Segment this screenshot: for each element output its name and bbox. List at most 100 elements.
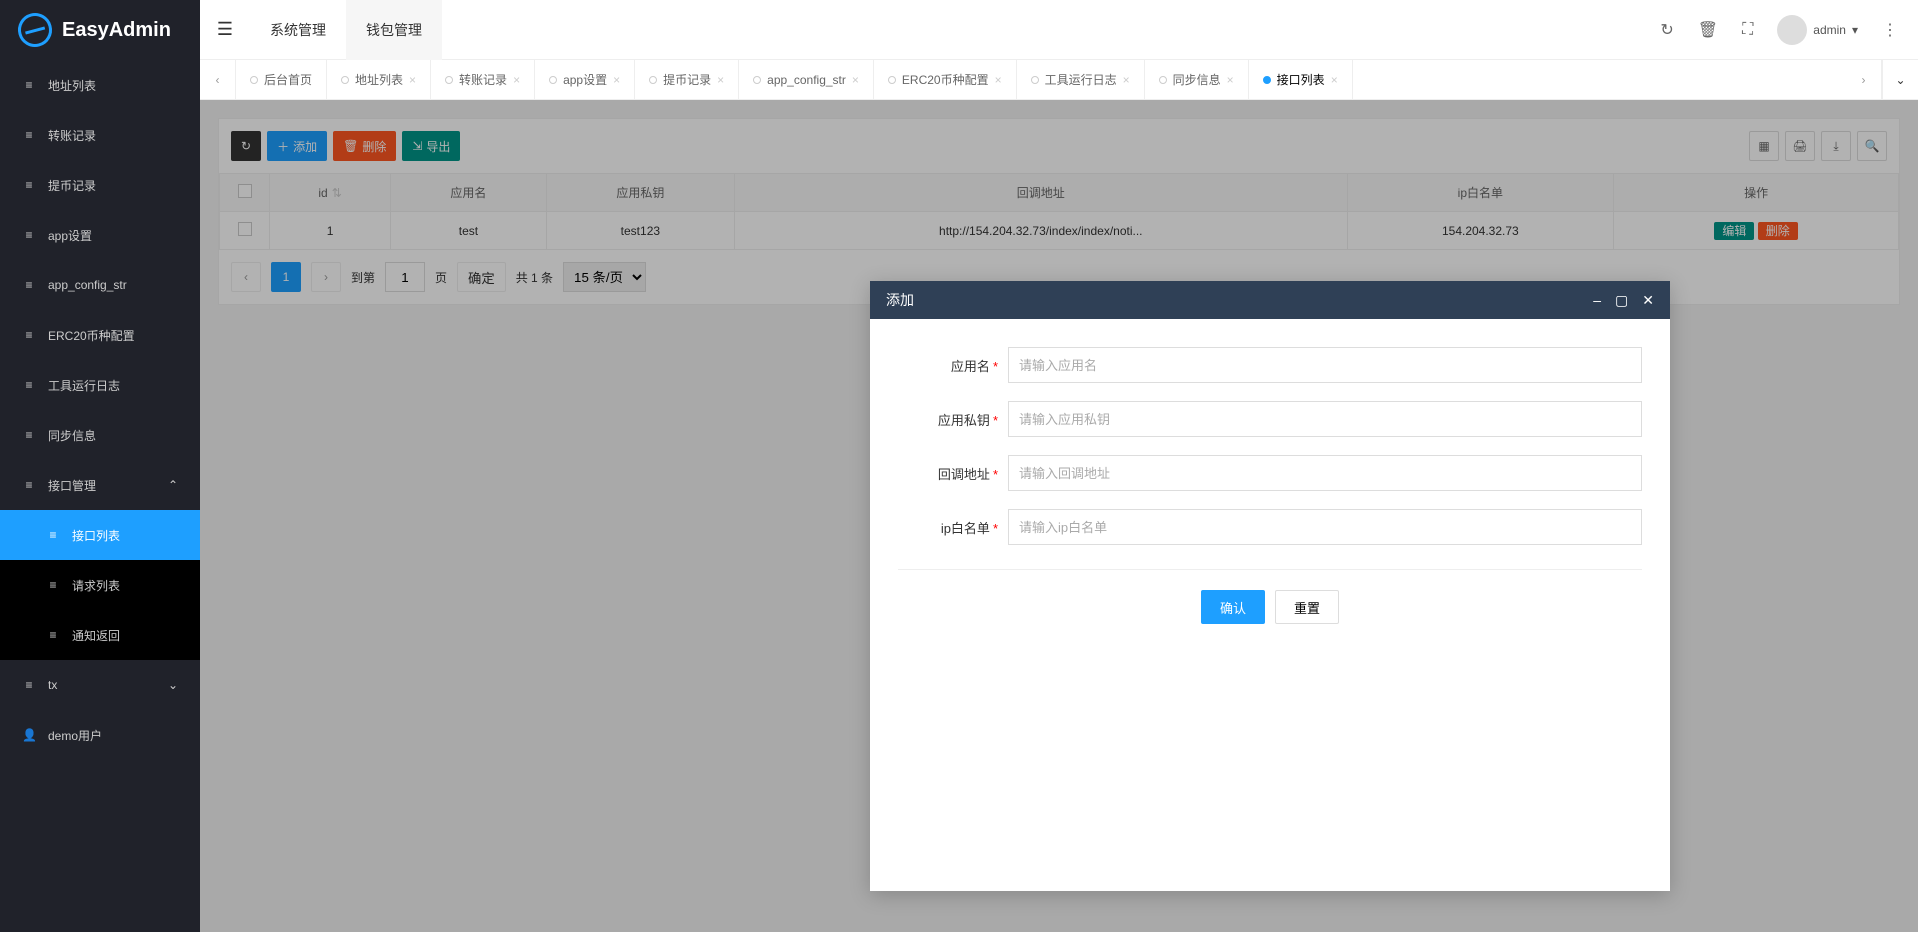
tab-bar: ‹ 后台首页地址列表×转账记录×app设置×提币记录×app_config_st… (200, 60, 1918, 100)
list-icon: ≡ (46, 578, 60, 592)
list-icon: ≡ (46, 628, 60, 642)
list-icon: ≡ (22, 478, 36, 492)
tab[interactable]: app设置 × (535, 60, 635, 100)
sidebar-item[interactable]: ≡接口列表 (0, 510, 200, 560)
more-icon[interactable]: ⋮ (1882, 20, 1898, 40)
user-dropdown[interactable]: admin ▾ (1777, 15, 1858, 45)
tab[interactable]: 后台首页 (236, 60, 327, 100)
sidebar-item[interactable]: ≡ 地址列表 (0, 60, 200, 110)
tab-scroll-left[interactable]: ‹ (200, 60, 236, 100)
close-icon[interactable]: × (852, 73, 859, 87)
modal-divider (898, 569, 1642, 570)
form-input[interactable] (1008, 401, 1642, 437)
close-icon[interactable]: × (1123, 73, 1130, 87)
list-icon: ≡ (22, 78, 36, 92)
top-menu-item[interactable]: 系统管理 (250, 0, 346, 60)
close-icon[interactable]: × (1227, 73, 1234, 87)
tab-label: ERC20币种配置 (902, 71, 989, 88)
sidebar-item-label: 请求列表 (72, 577, 120, 594)
tab-label: app设置 (563, 71, 607, 88)
tab[interactable]: 转账记录× (431, 60, 535, 100)
tab-dot-icon (753, 76, 761, 84)
form-label: 回调地址* (898, 464, 1008, 483)
tab-dot-icon (341, 76, 349, 84)
tab-dot-icon (1263, 76, 1271, 84)
form-row: 应用名* (898, 347, 1642, 383)
modal-title: 添加 (886, 290, 914, 310)
maximize-icon[interactable]: ▢ (1615, 292, 1628, 309)
main: ☰ 系统管理钱包管理 ↻ 🗑 ⛶ admin ▾ ⋮ ‹ 后台首页地址列表×转账… (200, 0, 1918, 932)
tab[interactable]: app_config_str× (739, 60, 874, 100)
tab[interactable]: 同步信息 × (1145, 60, 1249, 100)
minimize-icon[interactable]: – (1593, 292, 1601, 309)
brand-text: EasyAdmin (62, 19, 171, 42)
modal-actions: 确认 重置 (898, 590, 1642, 624)
sidebar-item-label: 地址列表 (48, 77, 96, 94)
close-icon[interactable]: × (613, 73, 620, 87)
reset-button[interactable]: 重置 (1275, 590, 1339, 624)
tab-dot-icon (649, 76, 657, 84)
tab-dot-icon (1031, 76, 1039, 84)
list-icon: ≡ (22, 678, 36, 692)
sidebar-item-label: app设置 (48, 227, 92, 244)
tab[interactable]: 提币记录 × (635, 60, 739, 100)
tab[interactable]: ERC20币种配置 × (874, 60, 1017, 100)
sidebar-item[interactable]: ≡提币记录 (0, 160, 200, 210)
header-left: ☰ 系统管理钱包管理 (200, 0, 442, 60)
tab-dot-icon (250, 76, 258, 84)
logo-icon (14, 9, 56, 51)
sidebar-item[interactable]: ≡工具运行日志 (0, 360, 200, 410)
sidebar-item[interactable]: ≡ 通知返回 (0, 610, 200, 660)
form-label: 应用私钥* (898, 410, 1008, 429)
close-icon[interactable]: × (513, 73, 520, 87)
sidebar-item[interactable]: ≡app设置 (0, 210, 200, 260)
form-input[interactable] (1008, 347, 1642, 383)
trash-icon[interactable]: 🗑 (1698, 20, 1718, 40)
top-menu-item[interactable]: 钱包管理 (346, 0, 442, 60)
close-icon[interactable]: ✕ (1642, 292, 1654, 309)
tab-label: 后台首页 (264, 71, 312, 88)
close-icon[interactable]: × (995, 73, 1002, 87)
sidebar-collapse-button[interactable]: ☰ (200, 0, 250, 60)
sidebar-item-label: 接口管理 (48, 477, 96, 494)
tab-list: 后台首页地址列表×转账记录×app设置×提币记录×app_config_str×… (236, 60, 1846, 100)
sidebar-item[interactable]: 👤demo用户 (0, 710, 200, 760)
close-icon[interactable]: × (409, 73, 416, 87)
tab-scroll-right[interactable]: › (1846, 60, 1882, 100)
refresh-icon[interactable]: ↻ (1660, 20, 1673, 40)
sidebar-item[interactable]: ≡ERC20币种配置 (0, 310, 200, 360)
form-input[interactable] (1008, 455, 1642, 491)
sidebar-item[interactable]: ≡接口管理⌃ (0, 460, 200, 510)
tab-label: 地址列表 (355, 71, 403, 88)
close-icon[interactable]: × (1331, 73, 1338, 87)
list-icon: ≡ (22, 278, 36, 292)
sidebar: EasyAdmin ≡地址列表≡转账记录≡提币记录≡app设置≡app_conf… (0, 0, 200, 932)
confirm-button[interactable]: 确认 (1201, 590, 1265, 624)
fullscreen-icon[interactable]: ⛶ (1742, 21, 1753, 39)
close-icon[interactable]: × (717, 73, 724, 87)
sidebar-item-label: 接口列表 (72, 527, 120, 544)
form-input[interactable] (1008, 509, 1642, 545)
header: ☰ 系统管理钱包管理 ↻ 🗑 ⛶ admin ▾ ⋮ (200, 0, 1918, 60)
sidebar-item-label: 通知返回 (72, 627, 120, 644)
tab-menu-toggle[interactable]: ⌄ (1882, 60, 1918, 100)
sidebar-item[interactable]: ≡tx⌄ (0, 660, 200, 710)
sidebar-item-label: tx (48, 678, 57, 692)
username: admin (1813, 23, 1846, 37)
sidebar-item-label: 工具运行日志 (48, 377, 120, 394)
sidebar-nav: ≡地址列表≡转账记录≡提币记录≡app设置≡app_config_str≡ERC… (0, 60, 200, 932)
tab[interactable]: 接口列表 × (1249, 60, 1353, 100)
tab[interactable]: 地址列表 × (327, 60, 431, 100)
sidebar-item[interactable]: ≡app_config_str (0, 260, 200, 310)
tab-label: 提币记录 (663, 71, 711, 88)
sidebar-item[interactable]: ≡ 请求列表 (0, 560, 200, 610)
list-icon: ≡ (22, 328, 36, 342)
sidebar-item[interactable]: ≡转账记录 (0, 110, 200, 160)
tab-label: 接口列表 (1277, 71, 1325, 88)
tab[interactable]: 工具运行日志 × (1017, 60, 1145, 100)
sidebar-item-label: demo用户 (48, 727, 102, 744)
sidebar-item[interactable]: ≡同步信息 (0, 410, 200, 460)
tab-label: 工具运行日志 (1045, 71, 1117, 88)
tab-label: 同步信息 (1173, 71, 1221, 88)
form-row: 回调地址* (898, 455, 1642, 491)
